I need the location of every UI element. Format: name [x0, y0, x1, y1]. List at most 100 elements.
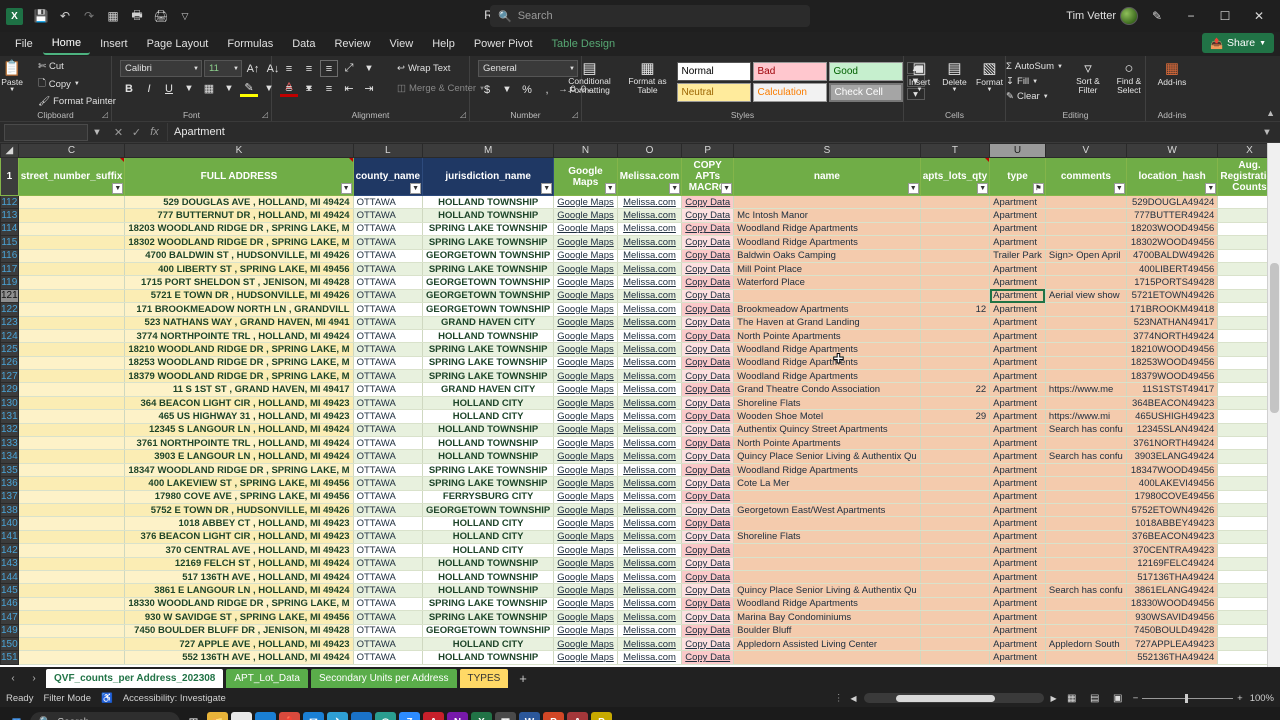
- cell-melissa-link[interactable]: Melissa.com: [617, 476, 683, 491]
- cell-full-address[interactable]: 18379 WOODLAND RIDGE DR , SPRING LAKE, M: [124, 369, 354, 384]
- page-layout-view-icon[interactable]: ▤: [1087, 693, 1103, 704]
- cell-street-number-suffix[interactable]: [18, 476, 126, 491]
- cell-full-address[interactable]: 18203 WOODLAND RIDGE DR , SPRING LAKE, M: [124, 222, 354, 237]
- cell-name[interactable]: Georgetown East/West Apartments: [733, 503, 921, 518]
- cell-google-maps-link[interactable]: Google Maps: [553, 382, 618, 397]
- cell-apts-lots-qty[interactable]: [920, 476, 991, 491]
- wrap-text-button[interactable]: ↩ Wrap Text: [394, 62, 453, 75]
- cell-copy-data-macro[interactable]: Copy Data: [681, 516, 735, 531]
- cell-copy-data-macro[interactable]: Copy Data: [681, 235, 735, 250]
- cell-county-name[interactable]: OTTAWA: [353, 356, 424, 371]
- table-row[interactable]: 131 465 US HIGHWAY 31 , HOLLAND, MI 49423…: [0, 409, 1280, 424]
- cell-county-name[interactable]: OTTAWA: [353, 342, 424, 357]
- cell-name[interactable]: Woodland Ridge Apartments: [733, 463, 921, 478]
- align-middle-icon[interactable]: ≡: [300, 60, 318, 77]
- cell-full-address[interactable]: 523 NATHANS WAY , GRAND HAVEN, MI 4941: [124, 316, 354, 330]
- tab-review[interactable]: Review: [325, 35, 379, 54]
- number-dialog-launcher-icon[interactable]: ◿: [572, 110, 578, 119]
- table-row[interactable]: 138 5752 E TOWN DR , HUDSONVILLE, MI 4942…: [0, 502, 1280, 518]
- cell-street-number-suffix[interactable]: [18, 463, 126, 478]
- cell-copy-data-macro[interactable]: Copy Data: [681, 208, 735, 223]
- table-row[interactable]: 132 12345 S LANGOUR LN , HOLLAND, MI 4942…: [0, 422, 1280, 438]
- cell-melissa-link[interactable]: Melissa.com: [617, 530, 683, 545]
- cell-jurisdiction-name[interactable]: HOLLAND TOWNSHIP: [422, 650, 555, 665]
- cell-type[interactable]: Apartment: [989, 449, 1046, 464]
- cell-google-maps-link[interactable]: Google Maps: [553, 650, 618, 665]
- column-header-C[interactable]: C: [17, 143, 126, 158]
- cell-google-maps-link[interactable]: Google Maps: [553, 530, 618, 545]
- cell-melissa-link[interactable]: Melissa.com: [617, 543, 683, 558]
- table-row[interactable]: 112 529 DOUGLAS AVE , HOLLAND, MI 49424 OT…: [0, 194, 1280, 210]
- cell-copy-data-macro[interactable]: Copy Data: [681, 610, 735, 625]
- orientation-icon[interactable]: ⤢: [340, 60, 358, 77]
- row-header-141[interactable]: 141: [0, 529, 19, 545]
- format-as-table-button[interactable]: ▦ Format as Table: [623, 60, 673, 96]
- cell-apts-lots-qty[interactable]: [920, 369, 991, 384]
- cell-county-name[interactable]: OTTAWA: [353, 463, 424, 478]
- zoom-app-icon[interactable]: Z: [399, 711, 420, 720]
- comma-style-icon[interactable]: ,: [538, 81, 556, 98]
- cell-apts-lots-qty[interactable]: [920, 610, 991, 625]
- cell-melissa-link[interactable]: Melissa.com: [617, 262, 683, 277]
- cell-jurisdiction-name[interactable]: HOLLAND TOWNSHIP: [422, 583, 555, 598]
- grow-font-icon[interactable]: A↑: [244, 60, 262, 77]
- cell-jurisdiction-name[interactable]: HOLLAND TOWNSHIP: [422, 436, 555, 451]
- cell-type[interactable]: Apartment: [989, 275, 1046, 290]
- cell-copy-data-macro[interactable]: Copy Data: [681, 543, 735, 558]
- cell-type[interactable]: Apartment: [989, 342, 1046, 357]
- cell-jurisdiction-name[interactable]: GEORGETOWN TOWNSHIP: [422, 503, 555, 518]
- cell-apts-lots-qty[interactable]: [920, 423, 991, 438]
- edge-icon[interactable]: ●: [255, 711, 276, 720]
- cell-copy-data-macro[interactable]: Copy Data: [681, 329, 735, 344]
- cell-jurisdiction-name[interactable]: SPRING LAKE TOWNSHIP: [422, 262, 555, 277]
- row-header-114[interactable]: 114: [0, 221, 19, 237]
- cell-county-name[interactable]: OTTAWA: [353, 208, 424, 223]
- cell-copy-data-macro[interactable]: Copy Data: [681, 597, 735, 612]
- sheet-tab-bar[interactable]: ‹ › QVF_counts_per Address_202308 APT_Lo…: [0, 667, 1280, 689]
- filter-dropdown-icon[interactable]: ▼: [1205, 183, 1217, 194]
- cell-street-number-suffix[interactable]: [18, 356, 126, 371]
- row-header-122[interactable]: 122: [0, 302, 19, 317]
- cell-jurisdiction-name[interactable]: HOLLAND CITY: [422, 543, 555, 558]
- cell-jurisdiction-name[interactable]: GRAND HAVEN CITY: [422, 316, 555, 330]
- table-row[interactable]: 150 727 APPLE AVE , HOLLAND, MI 49423 OTTA…: [0, 636, 1280, 652]
- cell-google-maps-link[interactable]: Google Maps: [553, 516, 618, 531]
- table-row[interactable]: 115 18302 WOODLAND RIDGE DR , SPRING LAKE…: [0, 235, 1280, 250]
- sheet-tab-qvf-counts[interactable]: QVF_counts_per Address_202308: [46, 668, 224, 688]
- cell-county-name[interactable]: OTTAWA: [353, 262, 424, 277]
- expand-formula-bar-icon[interactable]: ▼: [1258, 124, 1276, 141]
- cell-copy-data-macro[interactable]: Copy Data: [681, 557, 735, 571]
- cell-name[interactable]: [733, 650, 921, 665]
- cell-county-name[interactable]: OTTAWA: [353, 449, 424, 464]
- cell-comments[interactable]: [1045, 436, 1127, 451]
- tab-table-design[interactable]: Table Design: [543, 35, 625, 54]
- table-row[interactable]: 122 171 BROOKMEADOW NORTH LN , GRANDVILL O…: [0, 302, 1280, 317]
- chevron-down-icon[interactable]: ▼: [180, 80, 198, 97]
- add-sheet-button[interactable]: +: [511, 671, 535, 686]
- cell-full-address[interactable]: 5752 E TOWN DR , HUDSONVILLE, MI 49426: [124, 503, 354, 518]
- cell-melissa-link[interactable]: Melissa.com: [617, 557, 683, 571]
- table-row[interactable]: 121 5721 E TOWN DR , HUDSONVILLE, MI 4942…: [0, 288, 1280, 304]
- cell-apts-lots-qty[interactable]: [920, 289, 991, 304]
- cell-full-address[interactable]: 5721 E TOWN DR , HUDSONVILLE, MI 49426: [124, 289, 354, 304]
- cell-melissa-link[interactable]: Melissa.com: [617, 396, 683, 411]
- filter-dropdown-icon[interactable]: ⚑: [1032, 183, 1044, 194]
- table-row[interactable]: 146 18330 WOODLAND RIDGE DR , SPRING LAKE…: [0, 596, 1280, 612]
- cell-google-maps-link[interactable]: Google Maps: [553, 396, 618, 411]
- prev-sheet-icon[interactable]: ‹: [4, 673, 22, 684]
- cell-copy-data-macro[interactable]: Copy Data: [681, 249, 735, 263]
- cell-location-hash[interactable]: 18347WOOD49456: [1126, 463, 1219, 478]
- cell-comments[interactable]: [1045, 396, 1127, 411]
- cell-apts-lots-qty[interactable]: [920, 516, 991, 531]
- cell-full-address[interactable]: 777 BUTTERNUT DR , HOLLAND, MI 49424: [124, 208, 354, 223]
- cell-copy-data-macro[interactable]: Copy Data: [681, 302, 735, 317]
- cell-name[interactable]: [733, 570, 921, 585]
- cell-melissa-link[interactable]: Melissa.com: [617, 624, 683, 638]
- cell-name[interactable]: Shoreline Flats: [733, 396, 921, 411]
- zoom-out-icon[interactable]: −: [1133, 693, 1139, 704]
- cell-google-maps-link[interactable]: Google Maps: [553, 195, 618, 210]
- filter-dropdown-icon[interactable]: ▼: [669, 183, 681, 194]
- cell-apts-lots-qty[interactable]: [920, 356, 991, 371]
- cell-copy-data-macro[interactable]: Copy Data: [681, 463, 735, 478]
- cell-google-maps-link[interactable]: Google Maps: [553, 329, 618, 344]
